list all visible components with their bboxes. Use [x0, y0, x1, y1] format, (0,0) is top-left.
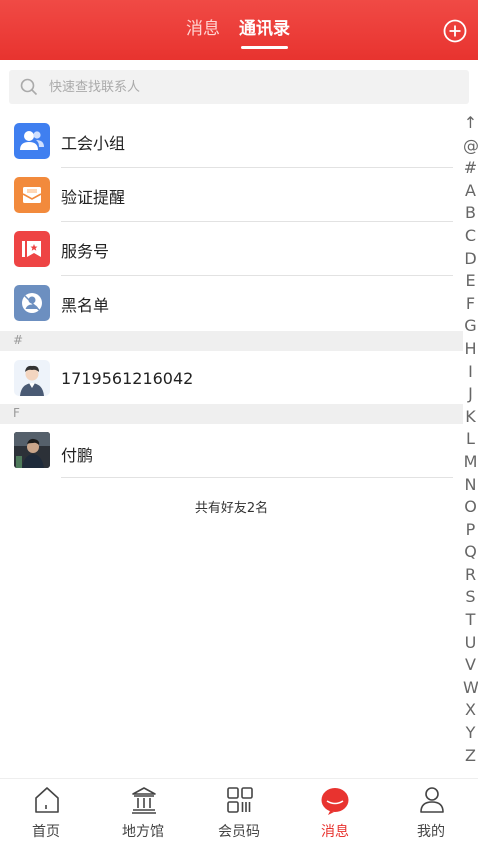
nav-label: 我的	[417, 824, 445, 840]
contact-name: 1719561216042	[61, 369, 194, 388]
contact-row[interactable]: 付鹏	[0, 424, 463, 478]
list-item-label: 黑名单	[61, 296, 110, 315]
home-icon	[35, 787, 59, 813]
alphabet-index-letter[interactable]: O	[463, 496, 478, 519]
contact-name: 付鹏	[61, 446, 94, 465]
nav-home[interactable]: 首页	[11, 779, 81, 850]
tab-messages[interactable]: 消息	[186, 14, 220, 39]
section-letter: F	[13, 406, 20, 420]
active-tab-indicator	[241, 46, 288, 49]
search-icon	[20, 78, 38, 96]
list-item-label: 服务号	[61, 242, 110, 261]
section-header: F	[0, 404, 463, 424]
alphabet-index-letter[interactable]: S	[463, 586, 478, 609]
alphabet-index-letter[interactable]: @	[463, 135, 478, 158]
nav-label: 会员码	[218, 824, 260, 840]
bottom-nav: 首页 地方馆 会员码 消息 我的	[0, 778, 478, 850]
alphabet-index-letter[interactable]: H	[463, 338, 478, 361]
alphabet-index-letter[interactable]: V	[463, 654, 478, 677]
message-icon	[321, 788, 349, 815]
user-blocked-icon	[14, 285, 50, 321]
alphabet-index-letter[interactable]: E	[463, 270, 478, 293]
alphabet-index-letter[interactable]: B	[463, 202, 478, 225]
contact-row[interactable]: 1719561216042	[0, 351, 463, 405]
alphabet-index-letter[interactable]: Q	[463, 541, 478, 564]
user-icon	[420, 787, 444, 813]
nav-member-code[interactable]: 会员码	[204, 779, 274, 850]
list-item-service-account[interactable]: 服务号	[0, 222, 463, 276]
section-header: #	[0, 331, 463, 351]
envelope-icon	[14, 177, 50, 213]
alphabet-index-letter[interactable]: L	[463, 428, 478, 451]
museum-icon	[132, 787, 156, 814]
alphabet-index[interactable]: ↑ @ # A B C D E F G H I J K L M N O P Q R S T U V W X Y Z	[463, 112, 478, 767]
alphabet-index-letter[interactable]: W	[463, 677, 478, 700]
alphabet-index-letter[interactable]: U	[463, 632, 478, 655]
friends-count: 共有好友2名	[194, 501, 269, 516]
list-item-label: 工会小组	[61, 134, 126, 153]
list-item-label: 验证提醒	[61, 188, 126, 207]
top-header: 消息 通讯录	[0, 0, 478, 60]
default-avatar	[14, 360, 50, 396]
qrcode-icon	[227, 787, 253, 813]
alphabet-index-letter[interactable]: T	[463, 609, 478, 632]
bookmark-icon	[14, 231, 50, 267]
divider	[61, 477, 453, 478]
people-icon	[14, 123, 50, 159]
list-item-verify-reminder[interactable]: 验证提醒	[0, 168, 463, 222]
alphabet-index-letter[interactable]: J	[463, 383, 478, 406]
nav-label: 首页	[32, 824, 60, 840]
nav-messages[interactable]: 消息	[300, 779, 370, 850]
alphabet-index-letter[interactable]: G	[463, 315, 478, 338]
nav-local-pavilion[interactable]: 地方馆	[108, 779, 178, 850]
alphabet-index-letter[interactable]: F	[463, 293, 478, 316]
alphabet-index-letter[interactable]: M	[463, 451, 478, 474]
tab-contacts[interactable]: 通讯录	[239, 14, 290, 39]
plus-circle-icon[interactable]	[443, 19, 467, 43]
photo-avatar	[14, 432, 50, 468]
alphabet-index-letter[interactable]: I	[463, 361, 478, 384]
list-item-union-group[interactable]: 工会小组	[0, 114, 463, 168]
nav-label: 消息	[321, 824, 349, 840]
alphabet-index-letter[interactable]: C	[463, 225, 478, 248]
nav-label: 地方馆	[122, 824, 164, 840]
alphabet-index-letter[interactable]: #	[463, 157, 478, 180]
alphabet-index-letter[interactable]: Y	[463, 722, 478, 745]
search-input[interactable]	[49, 70, 449, 104]
section-letter: #	[13, 333, 24, 347]
list-item-blacklist[interactable]: 黑名单	[0, 276, 463, 330]
alphabet-index-letter[interactable]: N	[463, 474, 478, 497]
alphabet-index-letter[interactable]: ↑	[463, 112, 478, 135]
alphabet-index-letter[interactable]: R	[463, 564, 478, 587]
alphabet-index-letter[interactable]: K	[463, 406, 478, 429]
alphabet-index-letter[interactable]: A	[463, 180, 478, 203]
alphabet-index-letter[interactable]: X	[463, 699, 478, 722]
alphabet-index-letter[interactable]: Z	[463, 745, 478, 768]
nav-mine[interactable]: 我的	[396, 779, 466, 850]
alphabet-index-letter[interactable]: P	[463, 519, 478, 542]
search-bar[interactable]	[9, 70, 469, 104]
alphabet-index-letter[interactable]: D	[463, 248, 478, 271]
